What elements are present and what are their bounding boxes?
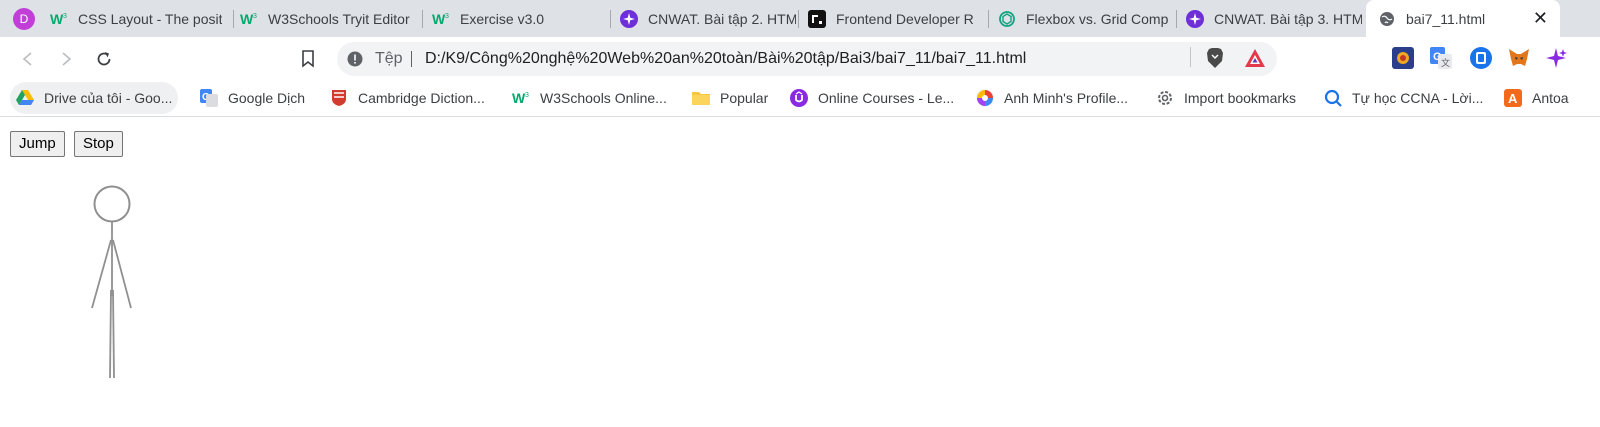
bitwarden-icon[interactable] <box>1470 47 1492 69</box>
bookmark-google-translate[interactable]: G Google Dịch <box>194 82 311 114</box>
bookmark-icon[interactable] <box>296 47 320 71</box>
file-scheme-label: Tệp <box>375 50 403 67</box>
tab-separator <box>798 10 799 28</box>
tab-bai7-11-active[interactable]: bai7_11.html ✕ <box>1366 0 1560 37</box>
gear-icon <box>1156 89 1174 107</box>
tab-cnwat-bai-tap-2[interactable]: CNWAT. Bài tập 2. HTM <box>620 0 796 37</box>
svg-text:3: 3 <box>445 13 449 20</box>
bookmark-anh-minh-profile[interactable]: Anh Minh's Profile... <box>970 82 1134 114</box>
tab-flexbox-vs-grid[interactable]: Flexbox vs. Grid Comp <box>998 0 1172 37</box>
w3schools-icon: W3 <box>512 89 530 107</box>
reload-icon[interactable] <box>92 47 116 71</box>
svg-text:文: 文 <box>1441 57 1450 68</box>
bookmark-label: Google Dịch <box>228 90 306 106</box>
tab-separator <box>233 10 234 28</box>
bookmark-label: Anh Minh's Profile... <box>1004 90 1129 106</box>
bookmark-online-courses[interactable]: Online Courses - Le... <box>784 82 960 114</box>
svg-text:A: A <box>1508 91 1518 106</box>
svg-text:W: W <box>240 12 254 26</box>
tab-title: W3Schools Tryit Editor <box>268 10 410 27</box>
tab-separator <box>1176 10 1177 28</box>
cambridge-icon <box>330 89 348 107</box>
back-arrow-icon[interactable] <box>16 47 40 71</box>
google-drive-icon <box>16 89 34 107</box>
tab-css-layout[interactable]: W3 CSS Layout - The posit <box>50 0 230 37</box>
stick-figure-head <box>93 185 131 223</box>
google-translate-icon: G <box>200 89 218 107</box>
sparkle-icon[interactable] <box>1545 47 1567 69</box>
tab-separator <box>422 10 423 28</box>
svg-text:3: 3 <box>253 13 257 20</box>
svg-text:3: 3 <box>63 13 67 20</box>
tab-cnwat-bai-tap-3[interactable]: CNWAT. Bài tập 3. HTM <box>1186 0 1362 37</box>
svg-text:3: 3 <box>525 92 529 99</box>
bookmark-label: Popular <box>720 90 769 106</box>
tab-separator <box>988 10 989 28</box>
brave-icon[interactable] <box>1204 47 1226 69</box>
tab-title: CSS Layout - The posit <box>78 10 223 27</box>
tab-title: Exercise v3.0 <box>460 10 545 27</box>
search-icon <box>1324 89 1342 107</box>
stick-figure-legs <box>109 289 115 379</box>
tab-title: bai7_11.html <box>1406 10 1486 27</box>
globe-icon <box>1378 10 1396 28</box>
address-bar[interactable]: Tệp D:/K9/Công%20nghệ%20Web%20an%20toàn/… <box>337 42 1277 76</box>
url-text[interactable]: D:/K9/Công%20nghệ%20Web%20an%20toàn/Bài%… <box>425 50 1026 68</box>
bookmark-tu-hoc-ccna[interactable]: Tự học CCNA - Lời... <box>1318 82 1489 114</box>
bookmark-drive[interactable]: Drive của tôi - Goo... <box>10 82 179 114</box>
tab-exercise[interactable]: W3 Exercise v3.0 <box>432 0 608 37</box>
w3schools-icon: W3 <box>50 10 68 28</box>
toolbar-divider <box>1190 47 1191 67</box>
w3schools-icon: W3 <box>432 10 450 28</box>
extension-puzzle-icon[interactable] <box>1392 47 1414 69</box>
toolbar: Tệp D:/K9/Công%20nghệ%20Web%20an%20toàn/… <box>0 37 1600 81</box>
folder-icon <box>692 89 710 107</box>
omnibox-divider <box>411 51 412 67</box>
forward-arrow-icon[interactable] <box>54 47 78 71</box>
tab-separator <box>610 10 611 28</box>
tab-title: CNWAT. Bài tập 2. HTM <box>648 10 796 27</box>
w3schools-icon: W3 <box>240 10 258 28</box>
bookmark-popular-folder[interactable]: Popular <box>686 82 774 114</box>
close-tab-icon[interactable]: ✕ <box>1533 9 1548 27</box>
svg-text:W: W <box>512 91 526 105</box>
svg-text:W: W <box>432 12 446 26</box>
tab-title: Frontend Developer R <box>836 10 974 27</box>
triangle-icon[interactable] <box>1244 47 1266 69</box>
tab-title: CNWAT. Bài tập 3. HTM <box>1214 10 1362 27</box>
bookmark-cambridge[interactable]: Cambridge Diction... <box>324 82 491 114</box>
stop-button[interactable]: Stop <box>74 131 123 157</box>
roadmap-icon <box>808 9 826 28</box>
tab-w3schools-tryit[interactable]: W3 W3Schools Tryit Editor <box>240 0 420 37</box>
bookmark-label: Cambridge Diction... <box>358 90 485 106</box>
udemy-icon <box>790 89 808 107</box>
bookmarks-bar: Drive của tôi - Goo... G Google Dịch Cam… <box>0 81 1600 117</box>
openai-icon <box>998 10 1016 28</box>
bookmark-import[interactable]: Import bookmarks <box>1150 82 1302 114</box>
tab-title: Flexbox vs. Grid Comp <box>1026 10 1169 27</box>
tab-frontend-developer[interactable]: Frontend Developer R <box>808 0 984 37</box>
bookmark-label: W3Schools Online... <box>540 90 667 106</box>
bookmark-label: Import bookmarks <box>1184 90 1297 106</box>
tab-strip: D W3 CSS Layout - The posit W3 W3Schools… <box>0 0 1600 37</box>
svg-text:W: W <box>50 12 64 26</box>
bookmark-label: Tự học CCNA - Lời... <box>1352 90 1484 106</box>
profile-avatar[interactable]: D <box>13 8 35 30</box>
bookmark-label: Antoa <box>1532 90 1569 106</box>
page-content: Jump Stop <box>0 118 1600 427</box>
a-letter-icon: A <box>1504 89 1522 107</box>
bookmark-label: Drive của tôi - Goo... <box>44 90 173 106</box>
bookmark-antoa[interactable]: A Antoa <box>1498 82 1575 114</box>
bookmark-w3schools[interactable]: W3 W3Schools Online... <box>506 82 673 114</box>
metamask-icon[interactable] <box>1508 47 1530 69</box>
sparkle-icon <box>1186 9 1204 28</box>
jump-button[interactable]: Jump <box>10 131 65 157</box>
bookmark-label: Online Courses - Le... <box>818 90 955 106</box>
stick-figure-image <box>91 185 132 379</box>
sparkle-icon <box>620 9 638 28</box>
google-translate-icon[interactable]: G文 <box>1430 47 1452 69</box>
info-icon[interactable] <box>347 51 363 67</box>
swirl-icon <box>976 89 994 107</box>
